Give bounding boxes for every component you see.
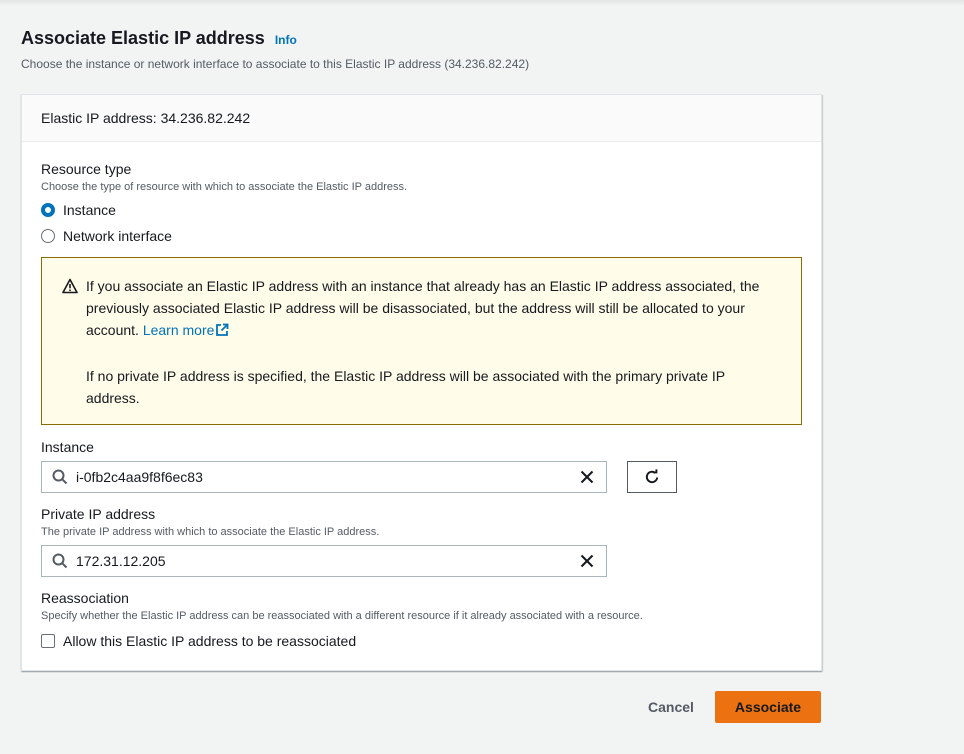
refresh-icon [644,469,660,485]
alert-text: If you associate an Elastic IP address w… [86,275,776,409]
radio-network-interface-button[interactable] [41,229,55,243]
associate-button[interactable]: Associate [715,691,821,723]
page-title: Associate Elastic IP address [21,28,265,48]
instance-label: Instance [41,439,94,455]
reassociation-checkbox-label: Allow this Elastic IP address to be reas… [63,633,357,649]
panel-header: Elastic IP address: 34.236.82.242 [22,95,821,142]
search-icon [52,553,68,569]
alert-text-2: If no private IP address is specified, t… [86,368,725,406]
private-ip-description: The private IP address with which to ass… [41,526,380,538]
page-description: Choose the instance or network interface… [21,57,530,71]
learn-more-link[interactable]: Learn more [143,322,230,338]
cancel-button[interactable]: Cancel [638,691,704,723]
private-ip-input[interactable]: 172.31.12.205 [76,553,580,569]
radio-instance-button[interactable] [41,203,55,217]
radio-network-interface[interactable]: Network interface [41,228,172,244]
reassociation-checkbox[interactable] [41,634,55,648]
associate-panel: Elastic IP address: 34.236.82.242 Resour… [21,94,822,671]
radio-instance[interactable]: Instance [41,202,116,218]
external-link-icon [215,321,229,343]
warning-icon [62,278,78,299]
private-ip-label: Private IP address [41,506,156,522]
clear-icon[interactable] [580,554,594,568]
clear-icon[interactable] [580,470,594,484]
reassociation-description: Specify whether the Elastic IP address c… [41,610,643,622]
instance-input[interactable]: i-0fb2c4aa9f8f6ec83 [76,469,580,485]
resource-type-description: Choose the type of resource with which t… [41,181,408,193]
warning-alert: If you associate an Elastic IP address w… [41,257,802,425]
info-link[interactable]: Info [275,33,297,47]
instance-autosuggest[interactable]: i-0fb2c4aa9f8f6ec83 [41,461,607,493]
search-icon [52,469,68,485]
reassociation-label: Reassociation [41,590,129,606]
refresh-button[interactable] [627,461,677,493]
page-header: Associate Elastic IP address Info Choose… [21,28,529,71]
radio-network-interface-label: Network interface [63,228,172,244]
private-ip-autosuggest[interactable]: 172.31.12.205 [41,545,607,577]
top-fade [0,0,964,6]
reassociation-checkbox-row[interactable]: Allow this Elastic IP address to be reas… [41,633,356,649]
page-title-row: Associate Elastic IP address Info [21,28,529,49]
learn-more-label: Learn more [142,322,215,338]
alert-paragraph-1: If you associate an Elastic IP address w… [86,275,776,343]
resource-type-label: Resource type [41,161,132,177]
radio-instance-label: Instance [63,202,116,218]
